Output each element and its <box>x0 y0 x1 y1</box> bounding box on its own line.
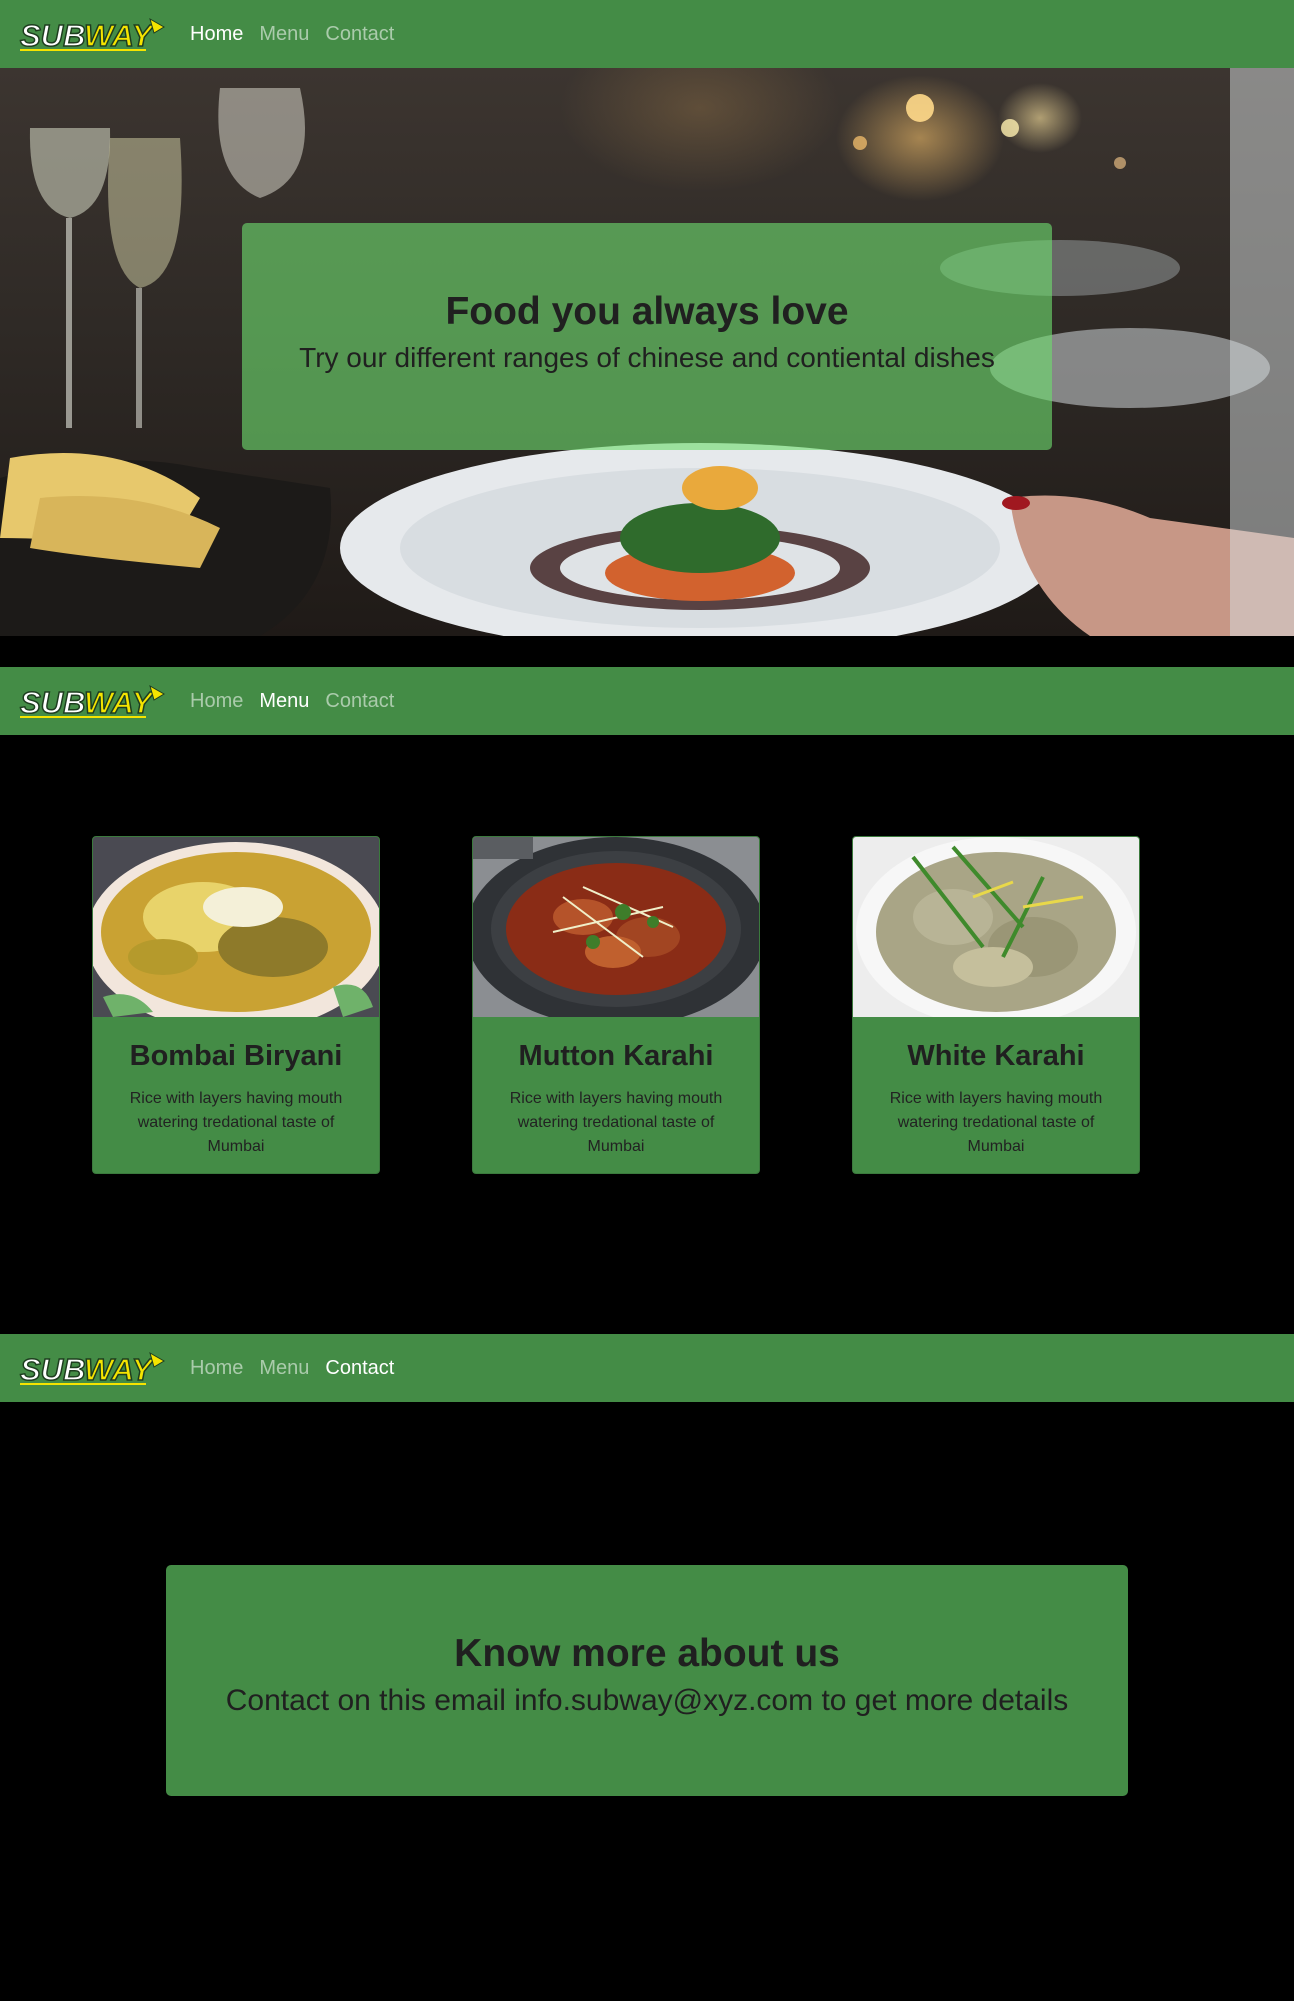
contact-jumbotron: Know more about us Contact on this email… <box>166 1565 1128 1796</box>
card-title: White Karahi <box>907 1040 1085 1072</box>
nav-link-contact[interactable]: Contact <box>325 22 394 46</box>
card-title: Bombai Biryani <box>129 1040 343 1072</box>
hero-title: Food you always love <box>445 290 849 333</box>
menu-card-mutton-karahi[interactable]: Mutton Karahi Rice with layers having mo… <box>472 836 760 1174</box>
hero-section: Food you always love Try our different r… <box>0 68 1294 636</box>
subway-logo[interactable]: SUB WAY <box>16 13 166 55</box>
contact-subtitle: Contact on this email info.subway@xyz.co… <box>225 1684 1069 1717</box>
card-title: Mutton Karahi <box>518 1040 714 1072</box>
nav-link-home[interactable]: Home <box>190 689 243 713</box>
nav-links: Home Menu Contact <box>190 1334 410 1402</box>
logo-text-sub: SUB <box>20 18 85 53</box>
nav-links: Home Menu Contact <box>190 667 410 735</box>
logo-text-way: WAY <box>84 18 156 53</box>
nav-link-menu[interactable]: Menu <box>259 22 309 46</box>
nav-link-contact[interactable]: Contact <box>325 1356 394 1380</box>
nav-link-menu[interactable]: Menu <box>259 1356 309 1380</box>
hero-subtitle: Try our different ranges of chinese and … <box>299 342 995 373</box>
card-description: Rice with layers having mouth watering t… <box>889 1090 1103 1155</box>
svg-text:SUB: SUB <box>20 1352 85 1387</box>
subway-logo[interactable]: SUB WAY <box>16 680 166 722</box>
menu-card-white-karahi[interactable]: White Karahi Rice with layers having mou… <box>852 836 1140 1174</box>
svg-text:WAY: WAY <box>84 685 156 720</box>
karahi-image <box>473 837 759 1017</box>
biryani-image <box>93 837 379 1017</box>
white-karahi-image <box>853 837 1139 1017</box>
contact-title: Know more about us <box>454 1632 840 1675</box>
navbar-contact: SUB WAY Home Menu Contact <box>0 1334 1294 1402</box>
navbar-menu: SUB WAY Home Menu Contact <box>0 667 1294 735</box>
nav-links: Home Menu Contact <box>190 0 410 68</box>
svg-text:WAY: WAY <box>84 1352 156 1387</box>
nav-link-home[interactable]: Home <box>190 1356 243 1380</box>
nav-link-home[interactable]: Home <box>190 22 243 46</box>
navbar-home: SUB WAY Home Menu Contact <box>0 0 1294 68</box>
svg-text:SUB: SUB <box>20 685 85 720</box>
card-description: Rice with layers having mouth watering t… <box>129 1090 343 1155</box>
nav-link-menu[interactable]: Menu <box>259 689 309 713</box>
menu-card-bombai-biryani[interactable]: Bombai Biryani Rice with layers having m… <box>92 836 380 1174</box>
hero-jumbotron: Food you always love Try our different r… <box>242 223 1052 450</box>
card-description: Rice with layers having mouth watering t… <box>509 1090 723 1155</box>
nav-link-contact[interactable]: Contact <box>325 689 394 713</box>
subway-logo[interactable]: SUB WAY <box>16 1347 166 1389</box>
